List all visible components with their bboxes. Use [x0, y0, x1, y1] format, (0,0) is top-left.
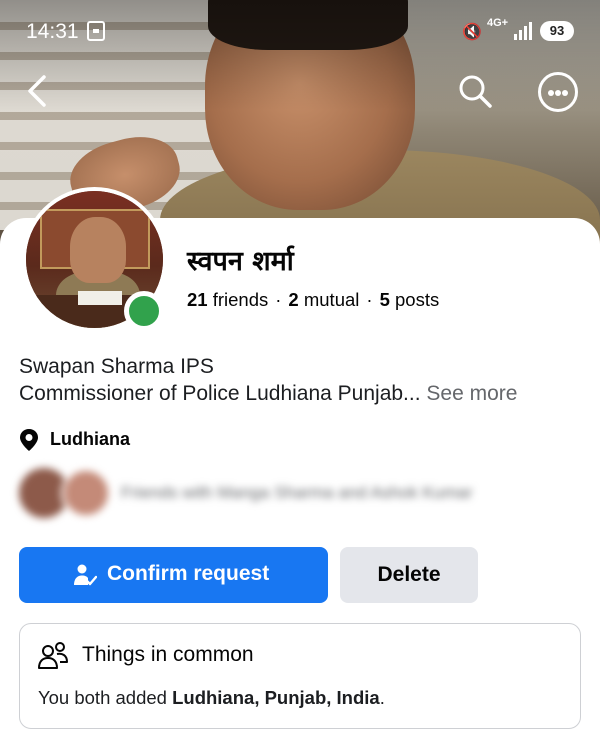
bio-line: Swapan Sharma IPS: [19, 355, 214, 378]
location-text: Ludhiana: [50, 429, 130, 449]
delete-request-button[interactable]: Delete: [340, 547, 478, 603]
avatar-papers: [78, 291, 122, 305]
more-options-icon-dot: [555, 90, 561, 96]
network-type: 4G+: [487, 17, 509, 29]
location-row: Ludhiana: [19, 428, 130, 452]
mutual-friends-text: Friends with Manga Sharma and Ashok Kuma…: [121, 483, 473, 502]
profile-stats: 21 friends · 2 mutual · 5 posts: [187, 289, 439, 311]
profile-bio: Swapan Sharma IPS Commissioner of Police…: [19, 353, 517, 407]
separator-dot: ·: [275, 289, 282, 310]
things-in-common-card: Things in common You both added Ludhiana…: [19, 623, 581, 729]
mutual-friends-row[interactable]: Friends with Manga Sharma and Ashok Kuma…: [19, 466, 559, 522]
bio-line: Commissioner of Police Ludhiana Punjab..…: [19, 380, 517, 407]
avatar-face: [70, 217, 126, 283]
posts-count: 5: [379, 289, 390, 310]
add-friend-icon: [74, 564, 97, 586]
vibrate-mute-icon: 🔇: [462, 24, 482, 41]
more-options-icon-dot: [562, 90, 568, 96]
back-button[interactable]: [22, 72, 54, 110]
posts-link[interactable]: 5 posts: [380, 289, 440, 310]
status-bar: 14:31 🔇 4G+ 93: [0, 0, 600, 56]
more-options-button[interactable]: [538, 72, 578, 112]
battery-icon: 93: [540, 21, 574, 41]
confirm-request-label: Confirm request: [107, 562, 270, 585]
status-time: 14:31: [26, 20, 79, 43]
location-pin-icon: [20, 429, 38, 451]
online-status-indicator: [124, 291, 164, 331]
posts-label: posts: [395, 289, 440, 310]
more-options-icon: [548, 90, 554, 96]
separator-dot: ·: [366, 289, 373, 310]
things-in-common-title: Things in common: [82, 643, 254, 666]
search-icon: [459, 75, 492, 108]
chevron-left-icon: [28, 75, 46, 107]
profile-name: स्वपन शर्मा: [187, 246, 294, 277]
mutual-link[interactable]: 2 mutual: [288, 289, 359, 310]
mutual-count: 2: [288, 289, 299, 310]
common-body-prefix: You both added: [38, 687, 173, 708]
friends-label: friends: [212, 289, 269, 310]
mutual-label: mutual: [303, 289, 360, 310]
friends-count: 21: [187, 289, 208, 310]
friends-icon: [38, 642, 68, 669]
friends-link[interactable]: 21 friends: [187, 289, 268, 310]
mutual-friend-avatar: [61, 468, 111, 518]
common-place: Ludhiana, Punjab, India: [172, 687, 380, 708]
see-more-link[interactable]: See more: [426, 382, 517, 405]
screenshot-icon: [87, 21, 105, 41]
signal-icon: [514, 22, 534, 40]
common-body-suffix: .: [379, 687, 385, 708]
things-in-common-body: You both added Ludhiana, Punjab, India.: [38, 687, 385, 709]
bio-line-text: Commissioner of Police Ludhiana Punjab..…: [19, 382, 421, 405]
search-button[interactable]: [456, 72, 494, 110]
confirm-request-button[interactable]: Confirm request: [19, 547, 328, 603]
